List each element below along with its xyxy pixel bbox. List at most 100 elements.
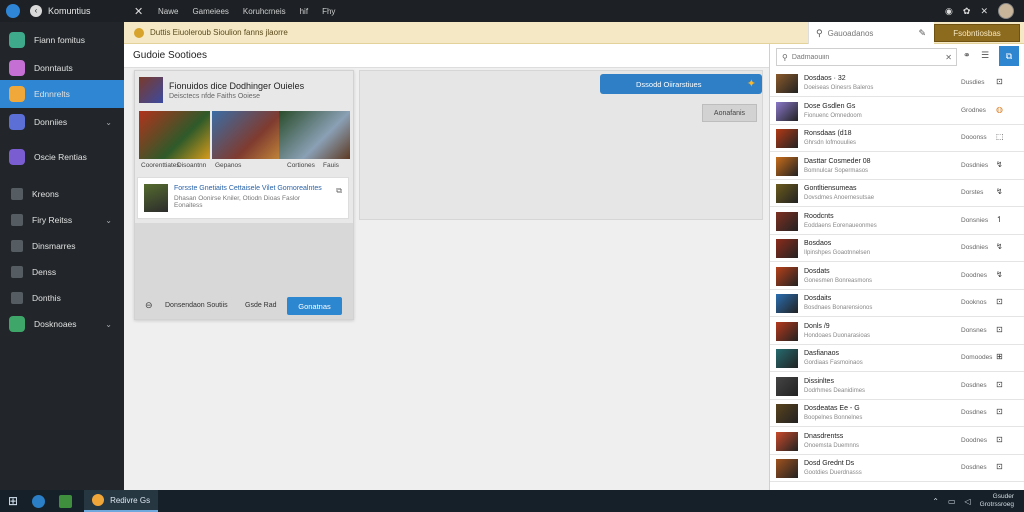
list-item-title: Dosd Grednt Ds (804, 460, 855, 467)
list-item[interactable]: Dosdeatas Ee - G Boopelnes Bonnelnes Dosdn… (770, 400, 1024, 427)
app-icon[interactable] (59, 494, 73, 508)
close-icon[interactable]: ✕ (134, 5, 152, 18)
list-item-action-icon[interactable]: ↯ (996, 242, 1003, 251)
sidebar-item[interactable]: Dosknoaes ⌄ (0, 310, 124, 338)
menu-item-0[interactable]: Nawe (158, 7, 178, 16)
sidebar-item-label: Dinsmarres (32, 241, 76, 251)
chevron-down-icon[interactable]: ⌄ (105, 216, 112, 225)
library-search[interactable]: ⚲ ✕ (776, 48, 957, 66)
chevron-down-icon[interactable]: ⌄ (105, 320, 112, 329)
feature-title[interactable]: Forsste Gnetiaits Cettaisele Vilet Gorno… (174, 185, 322, 192)
notification-icon[interactable]: ◉ (945, 6, 953, 17)
sidebar-item[interactable]: Donthis (0, 284, 124, 312)
close-window-icon[interactable]: ✕ (980, 6, 988, 17)
menu-item-1[interactable]: Gameiees (192, 7, 228, 16)
list-item[interactable]: Dasfianaos Gordiaas Fasmoinaos Domoodes ⊞ (770, 345, 1024, 372)
sidebar-item[interactable]: Oscie Rentias (0, 143, 124, 171)
search-icon[interactable] (32, 494, 46, 508)
clear-icon[interactable]: ✕ (945, 53, 952, 62)
header-search-field[interactable]: ⚲ Gauoadanos ✎ (808, 22, 934, 44)
volume-icon[interactable]: ◁ (965, 497, 971, 506)
list-item[interactable]: Dosdats Gonesmen Bonreasmons Doodnes ↯ (770, 263, 1024, 290)
filter-icon[interactable]: ⚭ (963, 50, 971, 61)
game-cover-image[interactable] (139, 77, 163, 103)
sidebar-item[interactable]: Kreons (0, 180, 124, 208)
list-item-action-icon[interactable]: ⊡ (996, 297, 1003, 306)
list-item-meta: Dooknos (961, 299, 987, 306)
list-item-action-icon[interactable]: ⬚ (996, 132, 1004, 141)
windows-start-icon[interactable]: ⊞ (8, 494, 18, 508)
clear-search-icon[interactable]: ✎ (918, 28, 926, 39)
install-button[interactable]: Dssodd Oiirarstiues ✦ (600, 74, 762, 94)
sidebar-item-label: Donniies (34, 117, 68, 127)
notice-banner: Duttis Eiuoleroub Sioulion fanns jlaorre… (124, 22, 1024, 44)
sidebar-item[interactable]: Denss (0, 258, 124, 286)
list-item-action-icon[interactable]: ⊞ (996, 352, 1003, 361)
list-item[interactable]: Bosdaos Ilpinshpes Goaotnnelsen Dosdnies ↯ (770, 235, 1024, 262)
sidebar-item-icon (9, 114, 25, 130)
secondary-button[interactable]: Aonafanis (702, 104, 757, 122)
list-item-thumbnail (776, 129, 798, 148)
taskbar-browser-item[interactable]: Redivre Gs (84, 490, 159, 512)
header-search-value: Gauoadanos (827, 28, 874, 38)
premium-button[interactable]: Fsobntiosbas (934, 24, 1020, 42)
play-button[interactable]: Gonatnas (287, 297, 342, 315)
game-title[interactable]: Fionuidos dice Dodhinger Ouieles (169, 81, 304, 91)
system-tray: ⌃ ▭ ◁ Gsuder Grotrssroeg (932, 493, 1014, 509)
feature-item[interactable]: Forsste Gnetiaits Cettaisele Vilet Gorno… (137, 177, 349, 219)
grid-view-icon[interactable]: ⧉ (999, 46, 1019, 66)
menu-item-2[interactable]: Koruhcrneis (243, 7, 286, 16)
clock[interactable]: Gsuder Grotrssroeg (980, 493, 1014, 509)
list-item-subtitle: Doeiseas Oinesrs Baleros (804, 85, 874, 91)
list-item[interactable]: Dasttar Cosmeder 08 Bomnulcar Sopermasos D… (770, 153, 1024, 180)
screenshot-thumbnail[interactable] (139, 111, 210, 159)
details-panel: Dssodd Oiirarstiues ✦ Aonafanis (359, 70, 763, 220)
sidebar-item[interactable]: Donntauts (0, 54, 124, 82)
list-item[interactable]: Dissinltes Dodrhmes Deanidimes Dosdnes ⊡ (770, 373, 1024, 400)
list-item-action-icon[interactable]: ↿ (996, 215, 1003, 224)
avatar[interactable] (998, 3, 1014, 19)
list-item-action-icon[interactable]: ↯ (996, 160, 1003, 169)
list-item[interactable]: Dosdaos · 32 Doeiseas Oinesrs Baleros Dusd… (770, 70, 1024, 97)
sidebar-item-icon (9, 149, 25, 165)
list-item[interactable]: Donls /9 Hondoaes Duonarasioas Donsnes ⊡ (770, 318, 1024, 345)
external-link-icon[interactable]: ⧉ (336, 186, 342, 196)
list-item[interactable]: Dose Gsdlen Gs Fionuenc Omnedoom Grodnes ◍ (770, 98, 1024, 125)
sidebar-item[interactable]: Fiann fomitus (0, 26, 124, 54)
info-icon[interactable]: ⊖ (145, 300, 153, 311)
list-item-action-icon[interactable]: ◍ (996, 105, 1003, 114)
list-item[interactable]: Dnasdrentss Onoemsta Duemnns Doodnes ⊡ (770, 428, 1024, 455)
sidebar-item[interactable]: Firy Reitss ⌄ (0, 206, 124, 234)
screenshot-thumbnail[interactable] (279, 111, 350, 159)
settings-icon[interactable]: ✿ (963, 6, 971, 17)
library-list-panel: ⚲ ✕ ⚭ ☰ ⧉ Dosdaos · 32 Doeiseas Oinesrs B… (769, 44, 1024, 490)
network-icon[interactable]: ▭ (948, 497, 956, 506)
screenshot-thumbnail[interactable] (212, 111, 283, 159)
list-item-title: Roodcnts (804, 212, 834, 220)
list-item[interactable]: Dosdaits Bosdnaes Bonarensionos Dooknos ⊡ (770, 290, 1024, 317)
list-item[interactable]: Dosd Grednt Ds Gootdies Duerdnasss Dosdnes… (770, 455, 1024, 482)
menu-item-3[interactable]: hif (300, 7, 308, 16)
list-item-action-icon[interactable]: ↯ (996, 187, 1003, 196)
sidebar-item[interactable]: Ednnrelts (0, 80, 124, 108)
sidebar-item[interactable]: Donniies ⌄ (0, 108, 124, 136)
list-item-action-icon[interactable]: ⊡ (996, 435, 1003, 444)
sidebar-item[interactable]: Dinsmarres (0, 232, 124, 260)
list-view-icon[interactable]: ☰ (981, 50, 989, 61)
library-search-input[interactable] (791, 53, 942, 61)
list-item-action-icon[interactable]: ⊡ (996, 77, 1003, 86)
list-item-action-icon[interactable]: ⊡ (996, 380, 1003, 389)
list-item-action-icon[interactable]: ⊡ (996, 407, 1003, 416)
back-arrow-icon[interactable]: ‹ (30, 5, 42, 17)
clock-time: Gsuder (992, 493, 1014, 500)
list-item[interactable]: Ronsdaas (d18 Ghrsdn Iofmouulies Dooonss ⬚ (770, 125, 1024, 152)
menu-item-4[interactable]: Fhy (322, 7, 335, 16)
list-item-action-icon[interactable]: ↯ (996, 270, 1003, 279)
list-item[interactable]: Gontltiensumeas Dovsdmes Anoernesutsae Dor… (770, 180, 1024, 207)
list-item-action-icon[interactable]: ⊡ (996, 462, 1003, 471)
chevron-up-icon[interactable]: ⌃ (932, 497, 939, 506)
list-item-action-icon[interactable]: ⊡ (996, 325, 1003, 334)
chevron-down-icon[interactable]: ⌄ (105, 118, 112, 127)
list-item[interactable]: Roodcnts Eoddaens Eorenaueonmes Donsnies ↿ (770, 208, 1024, 235)
list-item-subtitle: Gootdies Duerdnasss (804, 470, 862, 476)
